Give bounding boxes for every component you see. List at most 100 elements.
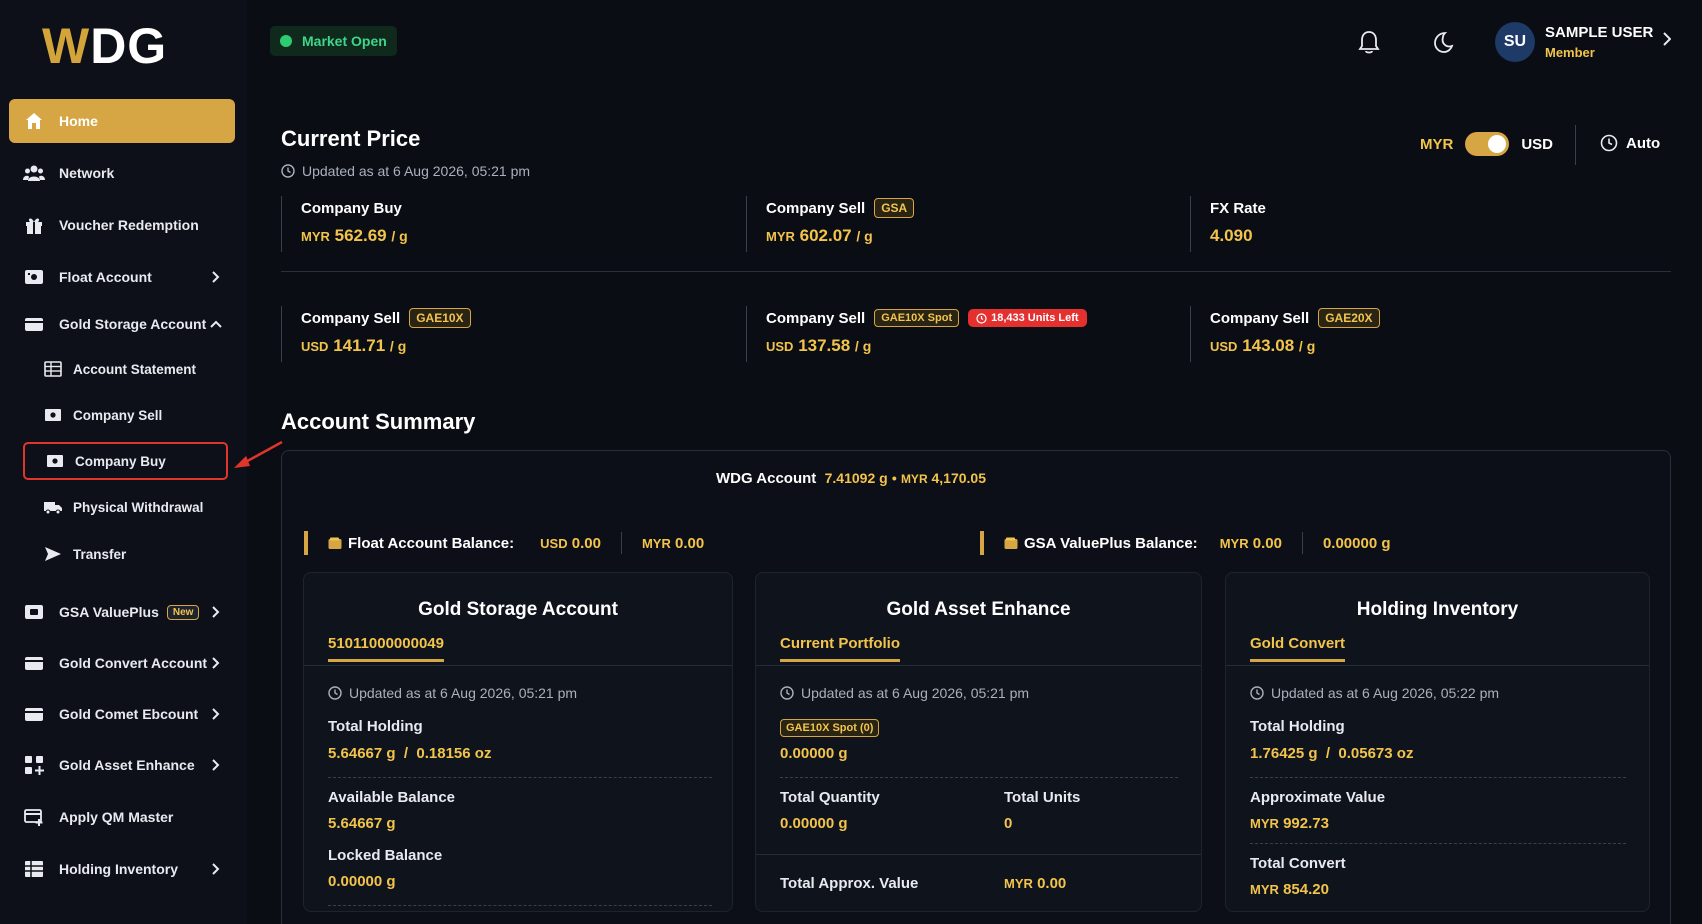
price-label: Company Sell xyxy=(766,199,866,217)
sidebar-item-label: Float Account xyxy=(59,269,152,285)
sidebar-sub-label: Transfer xyxy=(73,546,127,562)
approximate-value-label: Approximate Value xyxy=(1250,789,1386,806)
product-tag: GSA xyxy=(874,198,915,218)
sidebar-item-label: Gold Convert Account xyxy=(59,655,208,671)
gsa-valueplus-balance: GSA ValuePlus Balance: MYR 0.00 0.00000 … xyxy=(980,531,1391,555)
sidebar-sub-company-sell[interactable]: Company Sell xyxy=(23,396,228,434)
sidebar-item-gold-asset-enhance[interactable]: Gold Asset Enhance xyxy=(9,743,235,787)
sidebar-item-network[interactable]: Network xyxy=(9,151,235,195)
accent-bar xyxy=(980,531,984,555)
clock-icon xyxy=(1600,134,1618,152)
sidebar-item-gold-comet-ebcount[interactable]: Gold Comet Ebcount xyxy=(9,692,235,736)
card-updated: Updated as at 6 Aug 2026, 05:22 pm xyxy=(1250,685,1499,701)
tab-account-number[interactable]: 51011000000049 xyxy=(328,635,444,662)
currency-switch[interactable] xyxy=(1465,132,1510,156)
chevron-right-icon xyxy=(209,862,223,876)
convert-icon xyxy=(23,652,45,674)
chevron-right-icon[interactable] xyxy=(1663,32,1672,51)
sidebar-sub-transfer[interactable]: Transfer xyxy=(23,535,228,573)
send-icon xyxy=(43,544,63,564)
sidebar: WDG Home Network Voucher Redemption Floa… xyxy=(0,0,247,924)
price-label: Company Sell xyxy=(301,309,401,327)
sidebar-item-holding-inventory[interactable]: Holding Inventory xyxy=(9,847,235,891)
sidebar-sub-label: Company Buy xyxy=(75,453,166,469)
units-left-badge: 18,433 Units Left xyxy=(968,309,1087,327)
auto-refresh-button[interactable]: Auto xyxy=(1600,134,1660,152)
price-label: Company Sell xyxy=(766,309,866,327)
wdg-logo[interactable]: WDG xyxy=(42,20,167,72)
wallet-icon xyxy=(328,537,342,549)
wdg-account-currency: MYR xyxy=(900,472,928,486)
gsa-vp-currency: MYR xyxy=(1219,535,1249,551)
sidebar-item-gsa-valueplus[interactable]: GSA ValuePlus New xyxy=(9,590,235,634)
table-icon xyxy=(23,858,45,880)
divider xyxy=(1226,665,1649,666)
account-summary-title: Account Summary xyxy=(281,409,476,434)
price-company-buy: Company Buy MYR 562.69 / g xyxy=(281,196,408,252)
card-title: Holding Inventory xyxy=(1356,599,1519,620)
wdg-account-value: 4,170.05 xyxy=(931,470,987,486)
toggle-label-usd: USD xyxy=(1521,135,1554,153)
price-company-sell-gae20x: Company Sell GAE20X USD 143.08 / g xyxy=(1190,306,1380,362)
user-name[interactable]: SAMPLE USER xyxy=(1545,24,1653,41)
updated-text: Updated as at 6 Aug 2026, 05:21 pm xyxy=(349,685,578,701)
divider xyxy=(756,854,1201,855)
gold-storage-account-card[interactable]: Gold Storage Account 51011000000049 Upda… xyxy=(303,572,733,912)
logo-letter-w: W xyxy=(42,18,91,74)
sidebar-item-gold-convert-account[interactable]: Gold Convert Account xyxy=(9,641,235,685)
locked-balance-value: 0.00000 g xyxy=(328,873,396,890)
price-label: Company Buy xyxy=(301,199,402,217)
logo-letters: DG xyxy=(90,18,168,74)
divider xyxy=(756,665,1201,666)
switch-knob xyxy=(1488,135,1507,153)
sidebar-item-voucher-redemption[interactable]: Voucher Redemption xyxy=(9,203,235,247)
sidebar-sub-label: Physical Withdrawal xyxy=(73,499,204,515)
sidebar-item-label: Gold Storage Account xyxy=(59,316,207,332)
sidebar-item-label: Holding Inventory xyxy=(59,861,178,877)
annotation-arrow-icon xyxy=(234,440,283,468)
clock-icon xyxy=(780,686,794,700)
valueplus-icon xyxy=(23,601,45,623)
card-title: Gold Storage Account xyxy=(418,599,618,620)
sidebar-item-gold-storage-account[interactable]: Gold Storage Account xyxy=(9,302,235,346)
gift-icon xyxy=(23,214,45,236)
market-status-badge: Market Open xyxy=(270,26,397,56)
wdg-account-grams: 7.41092 g xyxy=(824,470,888,486)
market-status-text: Market Open xyxy=(302,33,387,49)
float-myr-value: 0.00 xyxy=(675,534,705,552)
locked-balance-label: Locked Balance xyxy=(328,847,443,864)
float-account-balance: Float Account Balance: USD 0.00 MYR 0.00 xyxy=(304,531,705,555)
gsa-vp-myr-value: 0.00 xyxy=(1252,534,1282,552)
sidebar-item-home[interactable]: Home xyxy=(9,99,235,143)
sidebar-sub-account-statement[interactable]: Account Statement xyxy=(23,350,228,388)
available-balance-value: 5.64667 g xyxy=(328,815,396,832)
wdg-account-label: WDG Account xyxy=(716,470,817,487)
statement-icon xyxy=(43,359,63,379)
sidebar-item-label: Network xyxy=(59,165,115,181)
notification-bell-icon[interactable] xyxy=(1355,28,1383,56)
price-value: 143.08 xyxy=(1242,336,1295,355)
total-holding-label: Total Holding xyxy=(1250,718,1345,735)
tab-gold-convert[interactable]: Gold Convert xyxy=(1250,635,1346,662)
price-company-sell-gae10x-spot: Company Sell GAE10X Spot 18,433 Units Lef… xyxy=(746,306,1087,362)
float-myr-currency: MYR xyxy=(641,535,671,551)
sidebar-sub-physical-withdrawal[interactable]: Physical Withdrawal xyxy=(23,488,228,526)
sidebar-item-apply-qm-master[interactable]: Apply QM Master xyxy=(9,795,235,839)
available-balance-label: Available Balance xyxy=(328,789,456,806)
total-holding-value: 1.76425 g / 0.05673 oz xyxy=(1250,745,1414,762)
divider xyxy=(780,777,1178,778)
cash-icon xyxy=(43,405,63,425)
avatar[interactable]: SU xyxy=(1495,22,1535,62)
grid-icon xyxy=(23,754,45,776)
chevron-right-icon xyxy=(209,758,223,772)
wdg-account-summary: WDG Account 7.41092 g • MYR 4,170.05 xyxy=(0,470,1702,487)
gold-asset-enhance-card[interactable]: Gold Asset Enhance Current Portfolio Upd… xyxy=(755,572,1202,912)
dark-mode-moon-icon[interactable] xyxy=(1428,28,1456,56)
sidebar-item-float-account[interactable]: Float Account xyxy=(9,255,235,299)
float-usd-value: 0.00 xyxy=(571,534,601,552)
divider xyxy=(328,905,712,906)
tab-current-portfolio[interactable]: Current Portfolio xyxy=(780,635,900,662)
holding-inventory-card[interactable]: Holding Inventory Gold Convert Updated a… xyxy=(1225,572,1650,912)
total-units-value: 0 xyxy=(1004,815,1013,832)
currency-toggle: MYR USD xyxy=(1420,132,1553,156)
